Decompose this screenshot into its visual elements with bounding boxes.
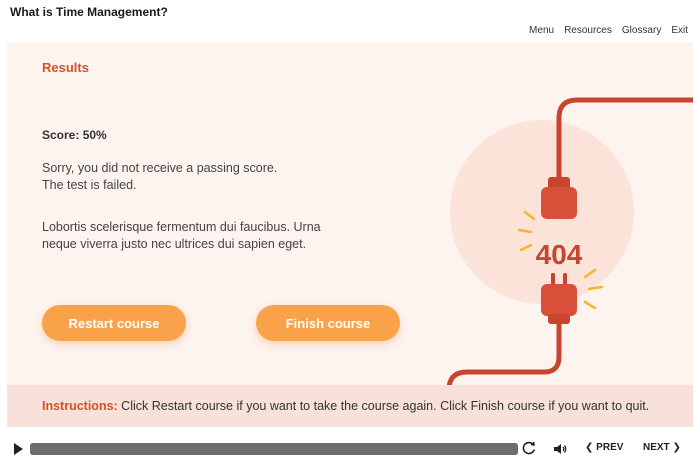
score-label: Score: [42, 128, 80, 142]
results-heading: Results [42, 60, 89, 75]
next-label: NEXT [643, 442, 670, 453]
unplugged-cable-illustration: 404 [446, 97, 693, 427]
progress-fill [30, 443, 518, 455]
exit-link[interactable]: Exit [671, 25, 688, 36]
score-value: 50% [82, 128, 107, 142]
play-icon[interactable] [14, 443, 23, 455]
error-code-text: 404 [536, 239, 583, 270]
lower-plug-body [541, 284, 577, 316]
upper-plug-body [541, 187, 577, 219]
progress-bar[interactable] [30, 443, 518, 455]
instructions-body: Click Restart course if you want to take… [117, 399, 650, 413]
finish-course-button[interactable]: Finish course [256, 305, 400, 341]
player-controls: ❮ PREV NEXT ❯ [0, 435, 700, 463]
prev-label: PREV [596, 442, 624, 453]
chevron-right-icon: ❯ [669, 442, 681, 453]
score-text: Score: 50% [42, 128, 107, 142]
result-message-line-2: The test is failed. [42, 178, 137, 192]
body-paragraph: Lobortis scelerisque fermentum dui fauci… [42, 219, 342, 253]
body-paragraph-line-2: neque viverra justo nec ultrices dui sap… [42, 237, 307, 251]
body-paragraph-line-1: Lobortis scelerisque fermentum dui fauci… [42, 220, 321, 234]
restart-course-button[interactable]: Restart course [42, 305, 186, 341]
replay-icon[interactable] [521, 440, 537, 456]
instructions-label: Instructions: [42, 399, 118, 413]
chevron-left-icon: ❮ [585, 442, 597, 453]
instructions-bar: Instructions: Click Restart course if yo… [7, 385, 693, 427]
next-button[interactable]: NEXT ❯ [643, 442, 681, 453]
slide-content: Results Score: 50% Sorry, you did not re… [7, 42, 693, 427]
result-message: Sorry, you did not receive a passing sco… [42, 160, 342, 194]
top-navigation: Menu Resources Glossary Exit [529, 25, 688, 36]
result-message-line-1: Sorry, you did not receive a passing sco… [42, 161, 278, 175]
menu-link[interactable]: Menu [529, 25, 554, 36]
instructions-text: Instructions: Click Restart course if yo… [42, 399, 649, 413]
prev-button[interactable]: ❮ PREV [585, 442, 623, 453]
glossary-link[interactable]: Glossary [622, 25, 661, 36]
window-title: What is Time Management? [10, 5, 168, 19]
plug-prong-right [563, 273, 567, 285]
volume-icon[interactable] [552, 441, 568, 457]
plug-prong-left [551, 273, 555, 285]
resources-link[interactable]: Resources [564, 25, 612, 36]
